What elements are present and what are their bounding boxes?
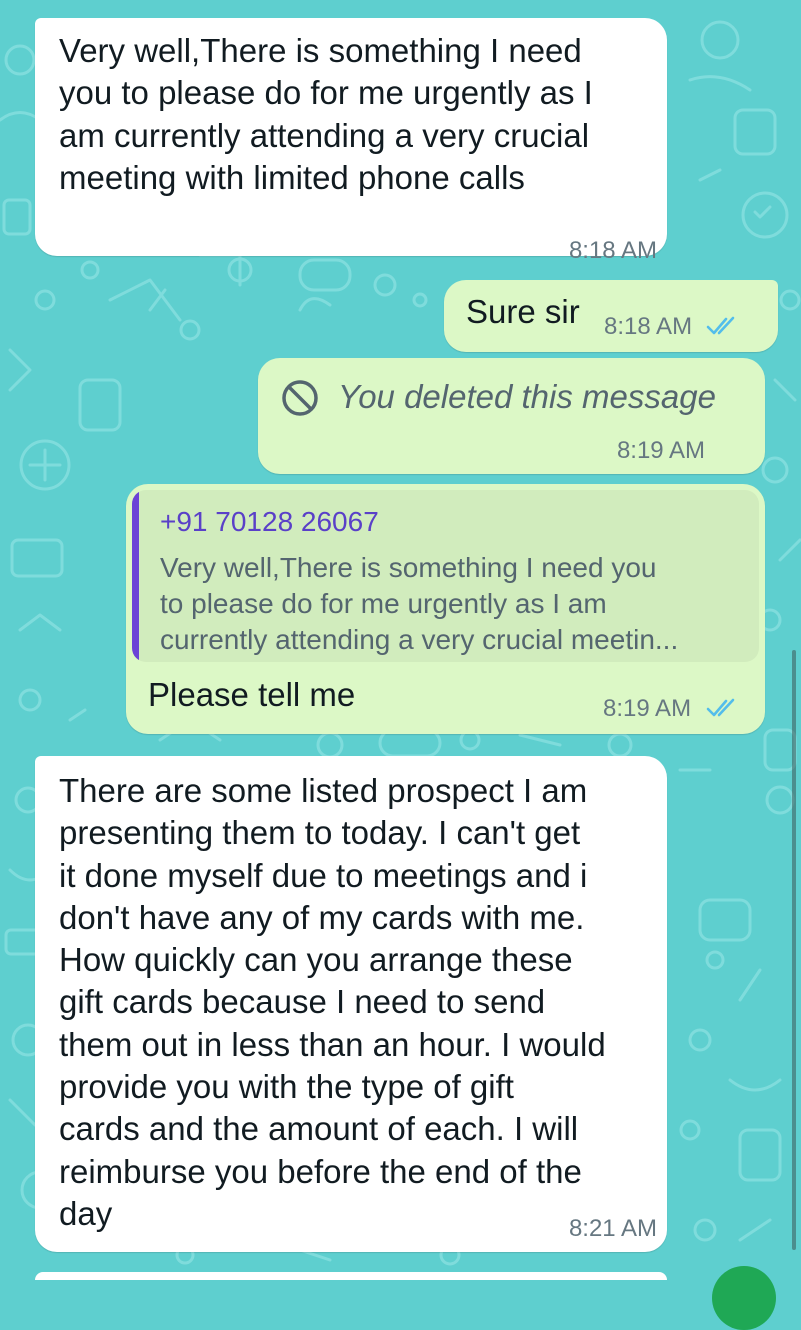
blocked-icon — [282, 380, 318, 416]
message-timestamp: 8:18 AM — [568, 237, 657, 264]
incoming-message-bubble[interactable]: Very well,There is something I need you … — [35, 18, 667, 264]
outgoing-message-bubble[interactable]: Sure sir 8:18 AM — [444, 280, 778, 352]
quoted-message[interactable]: +91 70128 26067 Very well,There is somet… — [132, 490, 759, 662]
quoted-text: Very well,There is something I need you … — [160, 552, 679, 655]
read-receipt-icon — [706, 316, 735, 335]
scrollbar[interactable] — [792, 650, 796, 1250]
incoming-message-bubble[interactable]: There are some listed prospect I am pres… — [35, 756, 667, 1252]
reply-message-bubble[interactable]: +91 70128 26067 Very well,There is somet… — [126, 484, 765, 734]
read-receipt-icon — [706, 698, 735, 717]
quoted-sender: +91 70128 26067 — [160, 506, 379, 537]
quote-accent-bar — [132, 490, 139, 662]
message-text: There are some listed prospect I am pres… — [59, 772, 606, 1232]
message-timestamp: 8:21 AM — [568, 1215, 657, 1242]
message-text: Please tell me — [148, 676, 356, 713]
message-timestamp: 8:19 AM — [603, 695, 692, 722]
deleted-message-bubble[interactable]: You deleted this message 8:19 AM — [258, 358, 765, 474]
message-timestamp: 8:19 AM — [616, 437, 705, 464]
message-text: Very well,There is something I need you … — [59, 32, 593, 196]
deleted-message-text: You deleted this message — [338, 378, 716, 415]
scroll-to-bottom-button[interactable] — [712, 1266, 776, 1330]
next-message-bubble[interactable] — [35, 1272, 667, 1280]
message-timestamp: 8:18 AM — [604, 313, 693, 340]
message-text: Sure sir — [466, 293, 580, 330]
